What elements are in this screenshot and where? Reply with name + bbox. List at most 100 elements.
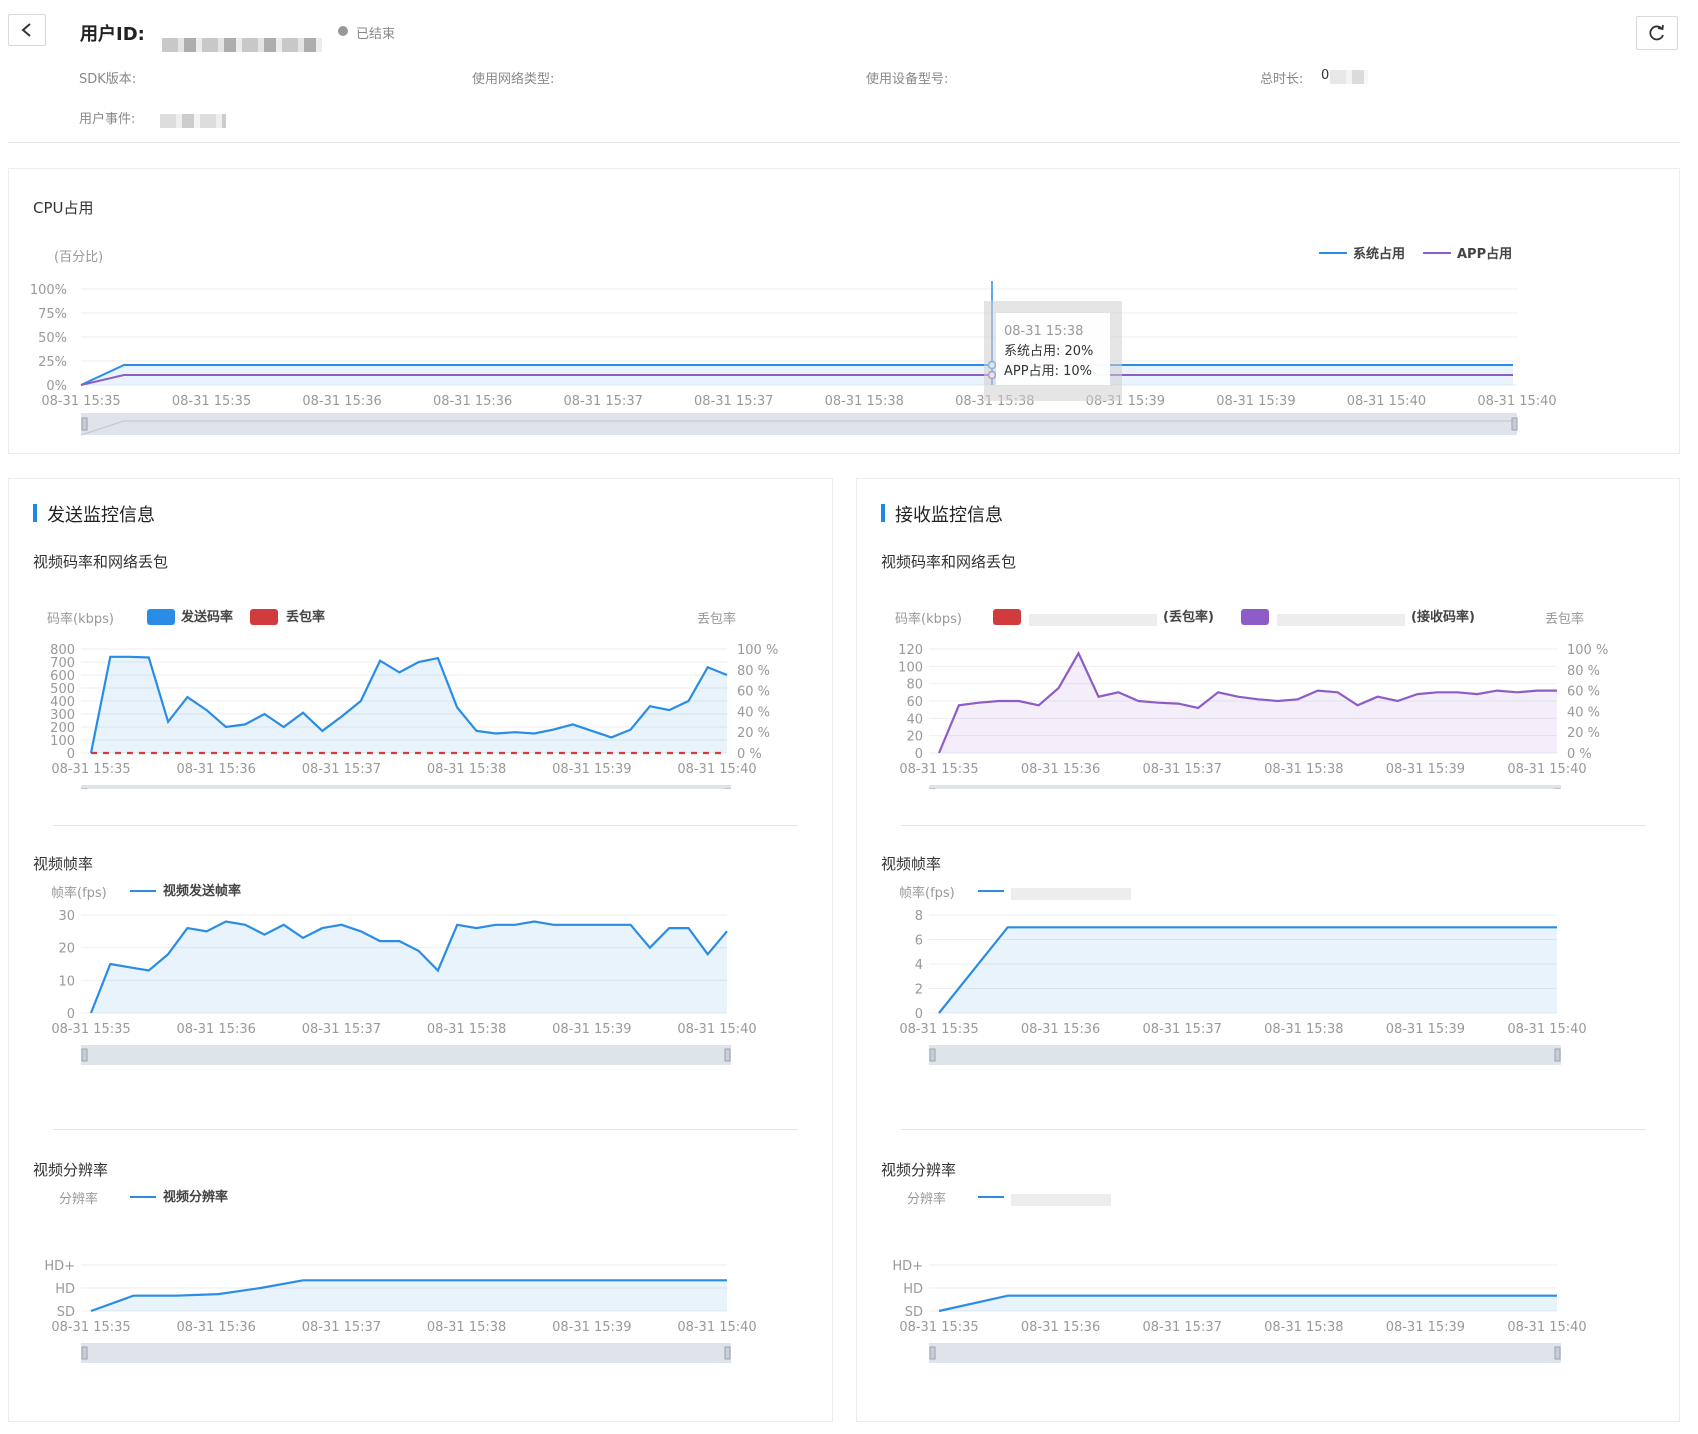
y-tick: SD bbox=[905, 1305, 923, 1320]
x-tick: 08-31 15:39 bbox=[552, 762, 631, 777]
y-tick: 100 bbox=[898, 660, 923, 675]
zoom-slider bbox=[929, 1343, 1561, 1363]
y-tick: 30 bbox=[58, 909, 75, 924]
recv-fps-unit: 帧率(fps) bbox=[899, 885, 955, 901]
user-id-value bbox=[162, 38, 322, 52]
cpu-zoom-slider bbox=[81, 413, 1517, 435]
cpu-y-tick: 0% bbox=[46, 379, 67, 394]
x-tick: 08-31 15:38 bbox=[1264, 762, 1343, 777]
cpu-y-tick: 25% bbox=[38, 355, 67, 370]
recv-bitrate-unit: 码率(kbps) bbox=[895, 611, 962, 627]
duration-label: 总时长: bbox=[1260, 72, 1304, 87]
user-id-label: 用户ID: bbox=[80, 24, 145, 45]
y-tick: HD bbox=[55, 1282, 75, 1297]
send-bitrate-unit: 码率(kbps) bbox=[47, 611, 114, 627]
y2-tick: 0 % bbox=[737, 747, 762, 762]
y-tick: 80 bbox=[906, 678, 923, 693]
series-area bbox=[939, 1295, 1557, 1311]
cpu-x-tick: 08-31 15:35 bbox=[172, 394, 251, 409]
cpu-tooltip-sys: 系统占用: 20% bbox=[1004, 344, 1093, 359]
zoom-slider bbox=[81, 1045, 731, 1065]
back-button[interactable] bbox=[8, 14, 46, 46]
redacted-legend-text bbox=[1029, 614, 1157, 626]
redacted-legend-text bbox=[1011, 888, 1131, 900]
legend-send-fps: 视频发送帧率 bbox=[163, 883, 241, 899]
y-tick: 0 bbox=[915, 747, 923, 762]
recv-loss-unit: 丢包率 bbox=[1545, 611, 1584, 627]
cpu-y-tick: 100% bbox=[30, 283, 67, 298]
y-tick: SD bbox=[57, 1305, 75, 1320]
y-tick: 120 bbox=[898, 643, 923, 658]
y2-tick: 0 % bbox=[1567, 747, 1592, 762]
cpu-slider-handle-left bbox=[81, 417, 88, 431]
y2-tick: 100 % bbox=[737, 643, 778, 658]
cpu-y-tick: 75% bbox=[38, 307, 67, 322]
status-dot-icon bbox=[338, 26, 348, 36]
y-tick: 8 bbox=[915, 909, 923, 924]
cpu-x-tick: 08-31 15:35 bbox=[41, 394, 120, 409]
legend-send-swatch bbox=[147, 609, 175, 625]
x-tick: 08-31 15:37 bbox=[302, 762, 381, 777]
zoom-slider bbox=[929, 1045, 1561, 1065]
recv-divider-2 bbox=[901, 1129, 1646, 1130]
y2-tick: 100 % bbox=[1567, 643, 1608, 658]
send-fps-chart: 30 20 10 008-31 15:35 08-31 15:36 08-31 15:37… bbox=[51, 883, 757, 1065]
x-tick: 08-31 15:37 bbox=[1143, 762, 1222, 777]
legend-sys-label: 系统占用 bbox=[1353, 246, 1405, 262]
recv-divider-1 bbox=[901, 825, 1646, 826]
cpu-tooltip-time: 08-31 15:38 bbox=[1004, 324, 1083, 339]
legend-app-label: APP占用 bbox=[1457, 246, 1512, 262]
legend-loss-swatch bbox=[250, 609, 278, 625]
x-tick: 08-31 15:35 bbox=[899, 1320, 978, 1335]
x-tick: 08-31 15:40 bbox=[677, 1022, 756, 1037]
cpu-tooltip-app: APP占用: 10% bbox=[1004, 364, 1092, 379]
y-tick: 2 bbox=[915, 983, 923, 998]
cpu-x-tick: 08-31 15:38 bbox=[825, 394, 904, 409]
y-tick: HD+ bbox=[44, 1259, 75, 1274]
cpu-y-tick: 50% bbox=[38, 331, 67, 346]
y-tick: 0 bbox=[67, 747, 75, 762]
x-tick: 08-31 15:36 bbox=[177, 1022, 256, 1037]
cpu-x-tick: 08-31 15:37 bbox=[563, 394, 642, 409]
send-fps-unit: 帧率(fps) bbox=[51, 885, 107, 901]
x-tick: 08-31 15:35 bbox=[51, 1022, 130, 1037]
series-area bbox=[939, 927, 1557, 1013]
cpu-x-tick: 08-31 15:37 bbox=[694, 394, 773, 409]
recv-res-unit: 分辨率 bbox=[907, 1191, 946, 1207]
refresh-icon bbox=[1649, 24, 1664, 41]
y2-tick: 60 % bbox=[1567, 685, 1600, 700]
x-tick: 08-31 15:39 bbox=[552, 1022, 631, 1037]
send-panel: 发送监控信息 视频码率和网络丢包 800 700 600 500 400 300 200 10… bbox=[8, 478, 833, 1422]
x-tick: 08-31 15:35 bbox=[899, 1022, 978, 1037]
x-tick: 08-31 15:37 bbox=[1143, 1022, 1222, 1037]
sdk-version-label: SDK版本: bbox=[79, 72, 137, 87]
series-area bbox=[91, 656, 727, 753]
cpu-slider-handle-right bbox=[1511, 417, 1518, 431]
y-tick: HD bbox=[903, 1282, 923, 1297]
legend-send-bitrate: 发送码率 bbox=[180, 609, 233, 625]
x-tick: 08-31 15:39 bbox=[1386, 1022, 1465, 1037]
y2-tick: 20 % bbox=[737, 726, 770, 741]
y-tick: 0 bbox=[915, 1007, 923, 1022]
y-tick: 0 bbox=[67, 1007, 75, 1022]
status-text: 已结束 bbox=[356, 27, 396, 42]
x-tick: 08-31 15:40 bbox=[677, 762, 756, 777]
device-model-label: 使用设备型号: bbox=[866, 72, 949, 87]
y2-tick: 40 % bbox=[737, 705, 770, 720]
refresh-button[interactable] bbox=[1636, 16, 1678, 50]
x-tick: 08-31 15:39 bbox=[552, 1320, 631, 1335]
slider-handle-left bbox=[929, 1346, 936, 1360]
x-tick: 08-31 15:36 bbox=[1021, 1320, 1100, 1335]
x-tick: 08-31 15:36 bbox=[1021, 1022, 1100, 1037]
cpu-x-tick: 08-31 15:36 bbox=[433, 394, 512, 409]
cpu-x-tick: 08-31 15:39 bbox=[1216, 394, 1295, 409]
zoom-slider bbox=[929, 785, 1561, 789]
y-tick: 6 bbox=[915, 934, 923, 949]
cpu-x-tick: 08-31 15:36 bbox=[302, 394, 381, 409]
cpu-y-unit: (百分比) bbox=[54, 250, 103, 265]
recv-fps-chart: 8 6 4 2 008-31 15:35 08-31 15:36 08-31 15:37 08… bbox=[899, 885, 1587, 1065]
cpu-x-tick: 08-31 15:40 bbox=[1477, 394, 1556, 409]
duration-redacted bbox=[1330, 70, 1368, 84]
chevron-left-icon bbox=[21, 23, 31, 37]
recv-res-chart: HD+ HD SD08-31 15:35 08-31 15:36 08-31 15:37… bbox=[892, 1191, 1587, 1363]
